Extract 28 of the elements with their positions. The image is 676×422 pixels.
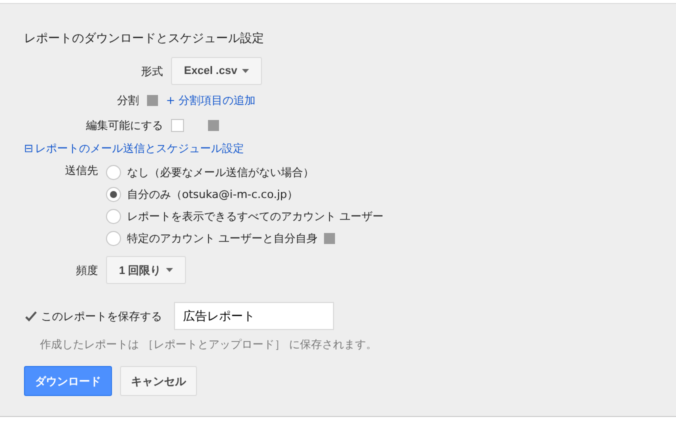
radio-button[interactable] xyxy=(106,208,121,224)
format-dropdown[interactable]: Excel .csv xyxy=(171,57,262,85)
checkmark-icon xyxy=(24,310,36,322)
radio-label: レポートを表示できるすべてのアカウント ユーザー xyxy=(127,208,384,224)
frequency-dropdown[interactable]: 1 回限り xyxy=(106,256,186,284)
field-label: 頻度 xyxy=(75,262,98,278)
field-label: 分割 xyxy=(116,92,139,108)
toggle-icon[interactable]: ⊟ xyxy=(24,142,34,154)
radio-label: 自分のみ（otsuka@i-m-c.co.jp） xyxy=(127,186,298,202)
radio-label: 特定のアカウント ユーザーと自分自身 xyxy=(127,230,318,246)
field-label: 形式 xyxy=(140,64,163,78)
save-checkbox[interactable] xyxy=(24,310,37,322)
add-segment-link[interactable]: + 分割項目の追加 xyxy=(166,92,256,108)
radio-button[interactable] xyxy=(106,230,121,246)
field-label: 編集可能にする xyxy=(85,118,163,132)
cancel-button[interactable]: キャンセル xyxy=(120,366,197,396)
radio-label: なし（必要なメール送信がない場合） xyxy=(127,164,314,180)
radio-button[interactable] xyxy=(106,186,121,202)
email-section-link[interactable]: レポートのメール送信とスケジュール設定 xyxy=(35,140,244,156)
dialog-title: レポートのダウンロードとスケジュール設定 xyxy=(24,30,265,47)
caret-icon xyxy=(166,268,174,272)
caret-icon xyxy=(242,69,250,73)
radio-button[interactable] xyxy=(106,164,121,180)
save-label: このレポートを保存する xyxy=(41,308,162,324)
field-label: 送信先 xyxy=(64,163,98,178)
report-name-field[interactable]: 広告レポート xyxy=(174,302,334,330)
save-hint: 作成したレポートは ［レポートとアップロード］ に保存されます。 xyxy=(39,337,378,352)
editable-checkbox[interactable] xyxy=(171,118,184,132)
